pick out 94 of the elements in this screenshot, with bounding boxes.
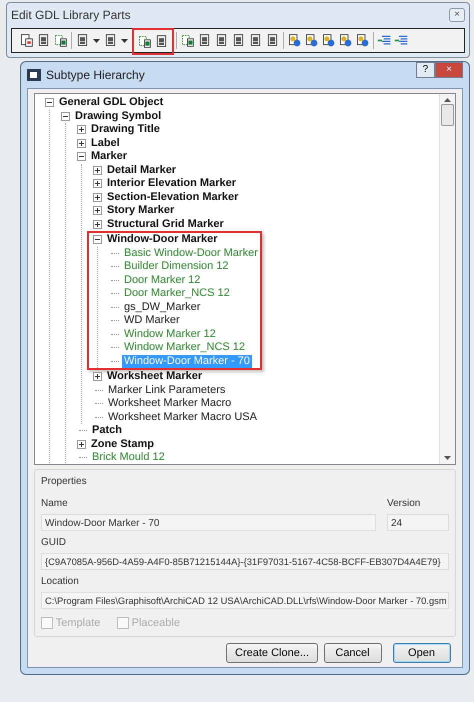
collapse-icon[interactable]: [77, 152, 86, 162]
toolbar-button[interactable]: [337, 32, 354, 49]
field-label: Name: [41, 497, 69, 511]
expand-icon[interactable]: [93, 206, 102, 216]
expand-icon[interactable]: [77, 138, 86, 148]
tree-item[interactable]: Worksheet Marker Macro: [106, 397, 234, 410]
tree-item[interactable]: Interior Elevation Marker: [105, 177, 238, 190]
dropdown-button[interactable]: [91, 38, 102, 42]
dialog-button[interactable]: Cancel: [324, 642, 382, 663]
collapse-icon[interactable]: [93, 235, 102, 244]
tree-item[interactable]: Zone Stamp: [89, 438, 156, 451]
document-icon: [75, 33, 90, 48]
tree-item[interactable]: Section-Elevation Marker: [105, 190, 240, 204]
field-label: GUID: [41, 536, 67, 550]
expand-icon[interactable]: [93, 166, 102, 175]
scrollbar[interactable]: [439, 94, 455, 464]
tree-item[interactable]: Drawing Symbol: [73, 110, 164, 123]
caret-icon: [93, 38, 100, 42]
up-arrow-icon[interactable]: [444, 98, 451, 102]
name-field[interactable]: Window-Door Marker - 70: [41, 514, 376, 531]
document-icon: [19, 33, 34, 48]
document-icon: [53, 33, 68, 48]
document-icon: [287, 33, 302, 48]
document-icon: [103, 33, 118, 48]
tree-item[interactable]: Drawing Title: [89, 123, 162, 136]
document-icon: [321, 33, 336, 48]
document-icon: [355, 33, 370, 48]
checkbox-label: Template: [56, 616, 100, 630]
document-icon: [197, 33, 212, 48]
field-label: Version: [387, 497, 422, 511]
document-icon: [214, 33, 229, 48]
tree-item[interactable]: Worksheet Marker: [105, 370, 204, 384]
scroll-thumb[interactable]: [441, 104, 454, 126]
tree-item[interactable]: Marker: [89, 150, 130, 164]
tree-item[interactable]: Door Marker_NCS 12: [122, 287, 232, 300]
caret-icon: [121, 38, 128, 42]
tree-item[interactable]: Marker Link Parameters: [106, 384, 228, 397]
toolbar-button[interactable]: [354, 32, 371, 49]
field-label: Location: [41, 575, 80, 589]
tree-item[interactable]: Worksheet Marker Macro USA: [106, 410, 259, 424]
document-icon: [304, 33, 319, 48]
toolbar-button[interactable]: [18, 32, 35, 49]
tree-item[interactable]: Detail Marker: [105, 164, 178, 177]
dropdown-button[interactable]: [119, 38, 130, 42]
tree-item[interactable]: Window Marker 12: [122, 328, 218, 341]
guid-field[interactable]: {C9A7085A-956D-4A59-A4F0-85B71215144A}-{31F97031-5167-4C58-BCFF-EB307D4A4E79}: [41, 553, 449, 570]
tree-item[interactable]: Patch: [90, 424, 124, 438]
tree-item[interactable]: Door Marker 12: [122, 274, 202, 287]
expand-icon[interactable]: [77, 125, 86, 134]
version-field[interactable]: 24: [387, 514, 449, 531]
document-icon: [265, 33, 280, 48]
close-button[interactable]: ×: [449, 8, 465, 22]
tree-item[interactable]: gs_DW_Marker: [122, 300, 202, 314]
tree-item[interactable]: Brick Mould 12: [90, 451, 167, 464]
document-icon: [338, 33, 353, 48]
document-icon: [180, 33, 195, 48]
expand-icon[interactable]: [93, 179, 102, 188]
app-icon: [27, 69, 41, 81]
window-title: Subtype Hierarchy: [46, 67, 146, 84]
tree-item[interactable]: Story Marker: [105, 204, 176, 218]
document-icon: [154, 34, 169, 49]
checkbox-label: Placeable: [132, 616, 180, 630]
down-arrow-icon[interactable]: [444, 456, 451, 460]
tree-item[interactable]: Builder Dimension 12: [122, 260, 231, 274]
tree-item[interactable]: Label: [89, 136, 122, 150]
tree-item[interactable]: General GDL Object: [57, 96, 166, 110]
toolbar-button[interactable]: [136, 33, 153, 50]
tree-item[interactable]: Basic Window-Door Marker: [122, 246, 260, 260]
toolbar-button[interactable]: [179, 32, 196, 49]
expand-icon[interactable]: [93, 220, 102, 229]
close-button[interactable]: ×: [435, 62, 463, 78]
document-icon: [137, 34, 152, 49]
expand-icon[interactable]: [93, 192, 102, 202]
toolbar-button[interactable]: [303, 32, 320, 49]
group-title: Properties: [41, 475, 88, 489]
window-title: Edit GDL Library Parts: [11, 7, 131, 24]
tree-item[interactable]: Structural Grid Marker: [105, 218, 226, 231]
toolbar-button[interactable]: [320, 32, 337, 49]
document-icon: [36, 33, 51, 48]
toolbar-button[interactable]: [52, 32, 69, 49]
collapse-icon[interactable]: [45, 98, 54, 108]
dialog-button[interactable]: Open: [392, 642, 450, 663]
tree-item[interactable]: Window-Door Marker: [105, 233, 220, 246]
dialog-button[interactable]: Create Clone...: [226, 642, 318, 663]
collapse-icon[interactable]: [61, 112, 70, 121]
location-field[interactable]: C:\Program Files\Graphisoft\ArchiCAD 12 USA\ArchiCAD.DLL\rfs\Window-Door Marker - 70.gsm: [41, 592, 449, 609]
expand-icon[interactable]: [93, 372, 102, 382]
toolbar-button[interactable]: [286, 32, 303, 49]
help-button[interactable]: ?: [416, 62, 436, 78]
document-icon: [248, 33, 263, 48]
tree-item[interactable]: WD Marker: [122, 314, 182, 328]
expand-icon[interactable]: [77, 440, 86, 449]
document-icon: [231, 33, 246, 48]
tree-item[interactable]: Window Marker_NCS 12: [122, 341, 248, 354]
